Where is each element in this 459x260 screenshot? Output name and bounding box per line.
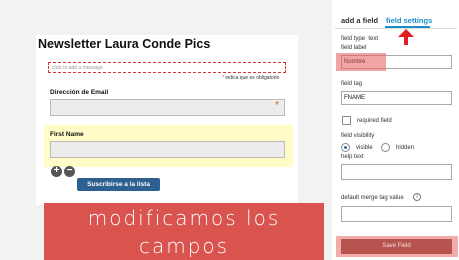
required-note-text: indica que es obligatorio bbox=[225, 75, 280, 81]
form-card bbox=[36, 35, 298, 205]
email-required-star: * bbox=[275, 100, 279, 111]
help-text-input[interactable] bbox=[341, 164, 452, 180]
info-icon[interactable]: i bbox=[413, 193, 421, 201]
first-name-field[interactable] bbox=[50, 141, 285, 158]
visible-label: visible bbox=[356, 145, 373, 151]
add-message-box[interactable]: click to add a message bbox=[48, 62, 286, 73]
hidden-label: hidden bbox=[396, 145, 415, 151]
plus-icon[interactable]: + bbox=[51, 166, 62, 177]
visible-radio[interactable] bbox=[341, 143, 350, 152]
field-type-label: field type bbox=[341, 36, 366, 42]
minus-icon[interactable]: − bbox=[64, 166, 75, 177]
field-visibility-label: field visibility bbox=[341, 133, 375, 139]
field-type-value: text bbox=[368, 36, 379, 42]
tab-field-settings[interactable]: field settings bbox=[386, 16, 432, 25]
caption-line-2: campos bbox=[138, 234, 230, 258]
email-field[interactable]: * bbox=[50, 99, 285, 116]
save-field-button[interactable]: Save Field bbox=[341, 239, 452, 254]
required-field-label: required field bbox=[357, 118, 392, 124]
field-label-label: field label bbox=[341, 45, 367, 51]
required-checkbox[interactable] bbox=[342, 116, 351, 125]
add-message-placeholder: click to add a message bbox=[52, 65, 103, 71]
field-type-row: field type text bbox=[341, 36, 378, 42]
subscribe-button[interactable]: Suscribirse a la lista bbox=[77, 178, 160, 191]
required-star: * bbox=[222, 75, 224, 81]
email-field-label: Dirección de Email bbox=[50, 89, 109, 96]
field-tag-input[interactable]: FNAME bbox=[341, 91, 452, 105]
form-title: Newsletter Laura Conde Pics bbox=[38, 37, 211, 51]
hidden-radio[interactable] bbox=[381, 143, 390, 152]
default-merge-label: default merge tag value bbox=[341, 195, 404, 201]
first-name-label: First Name bbox=[50, 131, 84, 138]
help-text-label: help text bbox=[341, 154, 364, 160]
required-note: * indica que es obligatorio bbox=[222, 75, 279, 81]
caption-text: modificamos los campos bbox=[44, 204, 324, 260]
tab-add-a-field[interactable]: add a field bbox=[341, 16, 378, 25]
tab-divider bbox=[335, 28, 457, 29]
field-tag-label: field tag bbox=[341, 81, 363, 87]
caption-line-1: modificamos los bbox=[87, 206, 281, 230]
default-merge-input[interactable] bbox=[341, 206, 452, 222]
field-label-highlight bbox=[336, 53, 386, 71]
arrow-stem bbox=[404, 36, 408, 45]
